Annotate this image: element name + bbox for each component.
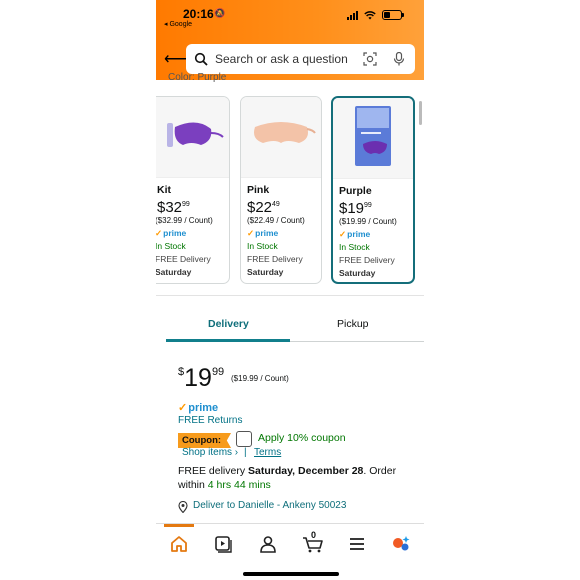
variant-unit-price: ($22.49 / Count)	[247, 216, 305, 225]
delivery-day: Saturday	[247, 267, 284, 277]
menu-icon[interactable]	[346, 534, 368, 554]
phone-screen: 20:16 🔕 ◂ Google ⟵ Search or ask a quest…	[156, 0, 424, 580]
color-selection-label: Color: Purple	[168, 72, 227, 83]
search-input[interactable]: Search or ask a question	[215, 52, 363, 66]
back-arrow-icon[interactable]: ⟵	[164, 49, 187, 69]
variant-name: Purple	[339, 185, 372, 197]
apply-coupon-checkbox[interactable]	[236, 431, 252, 447]
delivery-text: FREE Delivery	[247, 254, 303, 264]
status-time: 20:16	[183, 7, 214, 21]
variant-unit-price: ($32.99 / Count)	[156, 216, 213, 225]
free-delivery-message: FREE delivery Saturday, December 28. Ord…	[178, 465, 397, 491]
battery-icon	[382, 10, 404, 20]
product-image-purple	[333, 98, 413, 179]
pink-sleep-mask-image	[254, 122, 316, 143]
carousel-scrollbar[interactable]	[419, 101, 422, 125]
apply-coupon-label[interactable]: Apply 10% coupon	[258, 432, 346, 444]
variant-card-kit[interactable]: Kit $3299 ($32.99 / Count) ✓prime In Sto…	[156, 96, 230, 284]
home-indicator	[243, 572, 339, 576]
prime-badge: ✓prime	[156, 228, 187, 238]
link-separator: |	[244, 447, 247, 458]
coupon-badge: Coupon:	[178, 433, 232, 448]
signal-icon	[347, 10, 358, 20]
variant-name: Pink	[247, 184, 270, 196]
purple-sleep-mask-box-image	[355, 106, 391, 166]
video-icon[interactable]	[212, 534, 234, 554]
delivery-text: FREE Delivery	[156, 254, 211, 264]
account-icon[interactable]	[257, 534, 279, 554]
status-icons	[347, 10, 404, 20]
stock-status: In Stock	[339, 242, 370, 252]
buybox-price: $1999	[178, 364, 225, 392]
tab-delivery[interactable]: Delivery	[208, 318, 249, 330]
variant-price: $2249	[247, 199, 280, 216]
product-image-kit	[156, 97, 229, 178]
back-to-google-link[interactable]: ◂ Google	[164, 20, 192, 28]
sleep-mask-kit-image	[167, 122, 224, 147]
delivery-day: Saturday	[339, 268, 376, 278]
buybox-unit-price: ($19.99 / Count)	[231, 374, 289, 383]
cart-count: 0	[311, 530, 317, 540]
wifi-icon	[364, 10, 376, 19]
search-icon	[194, 52, 208, 66]
shop-items-link[interactable]: Shop items ›	[182, 447, 238, 458]
prime-badge: ✓prime	[339, 229, 371, 239]
divider	[156, 295, 424, 296]
search-bar[interactable]: Search or ask a question	[186, 44, 415, 74]
variant-name: Kit	[157, 184, 171, 196]
coupon-terms-link[interactable]: Terms	[254, 447, 281, 458]
product-image-pink	[241, 97, 321, 178]
tab-pickup[interactable]: Pickup	[337, 318, 369, 330]
free-returns-link[interactable]: FREE Returns	[178, 415, 242, 426]
mute-bell-icon: 🔕	[214, 8, 226, 18]
camera-lens-icon[interactable]	[363, 52, 377, 66]
delivery-text: FREE Delivery	[339, 255, 395, 265]
stock-status: In Stock	[156, 241, 186, 251]
prime-badge: ✓prime	[247, 228, 279, 238]
variant-price: $3299	[157, 199, 190, 216]
active-tab-indicator	[166, 339, 290, 342]
rufus-assistant-icon[interactable]	[390, 534, 412, 554]
variant-card-pink[interactable]: Pink $2249 ($22.49 / Count) ✓prime In St…	[240, 96, 322, 284]
microphone-icon[interactable]	[393, 52, 405, 66]
variant-price: $1999	[339, 200, 372, 217]
stock-status: In Stock	[247, 241, 278, 251]
delivery-day: Saturday	[156, 267, 192, 277]
buybox-prime-badge: ✓prime	[178, 402, 219, 414]
home-icon[interactable]	[168, 534, 190, 554]
app-header: 20:16 🔕 ◂ Google ⟵ Search or ask a quest…	[156, 0, 424, 80]
variant-card-purple[interactable]: Purple $1999 ($19.99 / Count) ✓prime In …	[331, 96, 415, 284]
variant-unit-price: ($19.99 / Count)	[339, 217, 397, 226]
location-pin-icon	[178, 501, 188, 513]
active-nav-indicator	[164, 524, 194, 527]
deliver-to-address-link[interactable]: Deliver to Danielle - Ankeny 50023	[193, 500, 346, 511]
bottom-navigation: 0	[156, 523, 424, 580]
